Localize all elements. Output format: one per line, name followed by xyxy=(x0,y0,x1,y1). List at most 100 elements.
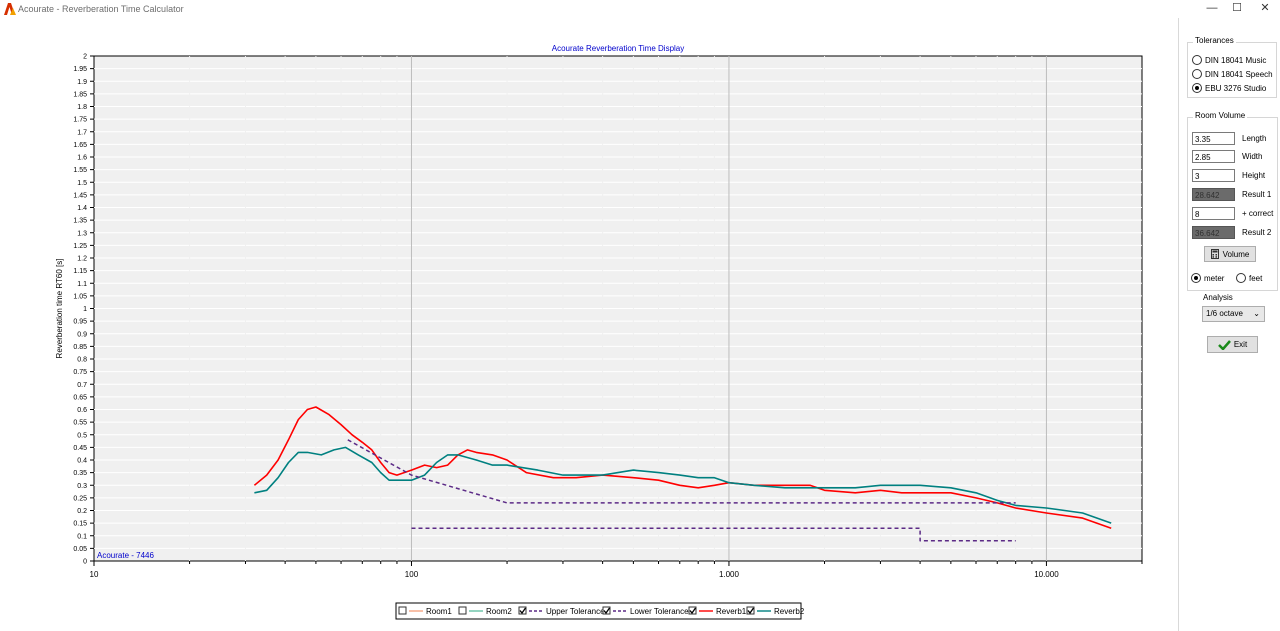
tolerances-group: Tolerances DIN 18041 Music DIN 18041 Spe… xyxy=(1187,36,1277,98)
y-tick-label: 0.05 xyxy=(73,546,87,553)
watermark-label: Acourate - 7446 xyxy=(97,551,154,560)
y-tick-label: 0.2 xyxy=(77,508,87,515)
y-tick-label: 1.65 xyxy=(73,142,87,149)
y-tick-label: 1.05 xyxy=(73,293,87,300)
correct-label: + correct xyxy=(1242,209,1274,218)
y-tick-label: 0.5 xyxy=(77,432,87,439)
legend-room2-label: Room2 xyxy=(486,607,512,616)
y-tick-label: 0.4 xyxy=(77,458,87,465)
result2-label: Result 2 xyxy=(1242,228,1272,237)
volume-button-label: Volume xyxy=(1222,249,1250,259)
y-tick-label: 1.3 xyxy=(77,230,87,237)
close-button[interactable]: ✕ xyxy=(1250,0,1280,18)
legend-reverb1-label: Reverb1 xyxy=(716,607,747,616)
y-tick-label: 0 xyxy=(83,559,87,566)
analysis-select-value: 1/6 octave xyxy=(1206,309,1243,318)
radio-meter-label: meter xyxy=(1204,273,1225,283)
y-tick-label: 0.75 xyxy=(73,369,87,376)
y-axis-label: Reverberation time RT60 [s] xyxy=(55,259,64,359)
y-tick-label: 1.45 xyxy=(73,192,87,199)
y-tick-label: 1.55 xyxy=(73,167,87,174)
legend-lower-tolerance-label: Lower Tolerance xyxy=(630,607,689,616)
result1-label: Result 1 xyxy=(1242,190,1272,199)
legend-reverb2-label: Reverb2 xyxy=(774,607,805,616)
radio-din-speech-label: DIN 18041 Speech xyxy=(1205,69,1273,79)
y-tick-label: 1.85 xyxy=(73,91,87,98)
room-volume-group: Room Volume 3.35 Length 2.85 Width 3 Hei… xyxy=(1187,111,1278,291)
y-tick-label: 1.6 xyxy=(77,155,87,162)
y-tick-label: 0.55 xyxy=(73,420,87,427)
chevron-down-icon: ⌄ xyxy=(1253,309,1260,318)
chart-title: Acourate Reverberation Time Display xyxy=(552,44,685,53)
radio-din-music-label: DIN 18041 Music xyxy=(1205,55,1267,65)
y-tick-label: 1.25 xyxy=(73,243,87,250)
exit-button[interactable]: Exit xyxy=(1207,336,1258,353)
exit-button-label: Exit xyxy=(1233,340,1248,349)
tolerances-title: Tolerances xyxy=(1193,36,1236,45)
y-tick-label: 1.75 xyxy=(73,117,87,124)
y-tick-label: 1.7 xyxy=(77,129,87,136)
x-tick-label: 100 xyxy=(405,570,419,579)
y-tick-label: 2 xyxy=(83,54,87,61)
legend-upper-tolerance-label: Upper Tolerance xyxy=(546,607,605,616)
x-tick-label: 10.000 xyxy=(1034,570,1059,579)
radio-feet-circle[interactable] xyxy=(1236,273,1246,283)
y-tick-label: 1.8 xyxy=(77,104,87,111)
width-input[interactable]: 2.85 xyxy=(1192,150,1235,163)
window-title: Acourate - Reverberation Time Calculator xyxy=(18,4,184,14)
y-tick-label: 0.35 xyxy=(73,470,87,477)
calculator-icon xyxy=(1210,249,1219,259)
y-tick-label: 0.6 xyxy=(77,407,87,414)
x-tick-label: 1.000 xyxy=(719,570,740,579)
checkmark-icon xyxy=(1217,339,1231,350)
result1-output: 28.642 xyxy=(1192,188,1235,201)
width-label: Width xyxy=(1242,152,1263,161)
room-volume-title: Room Volume xyxy=(1193,111,1248,120)
radio-din-speech-circle[interactable] xyxy=(1192,69,1202,79)
y-tick-label: 1 xyxy=(83,306,87,313)
legend-room1-label: Room1 xyxy=(426,607,452,616)
panel-separator xyxy=(1178,18,1179,631)
y-tick-label: 1.15 xyxy=(73,268,87,275)
y-tick-label: 0.9 xyxy=(77,331,87,338)
analysis-label: Analysis xyxy=(1203,293,1233,302)
radio-feet-label: feet xyxy=(1249,273,1263,283)
y-tick-label: 0.15 xyxy=(73,521,87,528)
y-tick-label: 1.2 xyxy=(77,256,87,263)
y-tick-label: 1.4 xyxy=(77,205,87,212)
correct-input[interactable]: 8 xyxy=(1192,207,1235,220)
reverberation-chart: 0 0.05 0.1 0.15 0.2 0.25 0.3 0.35 0.4 0.45 0.5 0.55… xyxy=(55,44,1143,620)
radio-meter-circle[interactable] xyxy=(1191,273,1201,283)
legend-room2-checkbox xyxy=(458,606,467,615)
y-tick-label: 0.45 xyxy=(73,445,87,452)
height-input[interactable]: 3 xyxy=(1192,169,1235,182)
y-tick-label: 0.65 xyxy=(73,394,87,401)
radio-din-speech[interactable]: DIN 18041 Speech xyxy=(1192,68,1273,80)
y-tick-label: 0.1 xyxy=(77,533,87,540)
acourate-app-icon xyxy=(4,3,16,15)
legend-room1-checkbox xyxy=(398,606,407,615)
y-tick-label: 1.95 xyxy=(73,66,87,73)
y-tick-label: 1.5 xyxy=(77,180,87,187)
radio-meter[interactable]: meter xyxy=(1191,272,1224,284)
y-tick-label: 0.85 xyxy=(73,344,87,351)
y-tick-label: 0.8 xyxy=(77,357,87,364)
volume-button[interactable]: Volume xyxy=(1204,246,1256,262)
analysis-select[interactable]: 1/6 octave ⌄ xyxy=(1202,306,1265,322)
y-tick-label: 1.35 xyxy=(73,218,87,225)
radio-din-music-circle[interactable] xyxy=(1192,55,1202,65)
radio-ebu-studio[interactable]: EBU 3276 Studio xyxy=(1192,82,1266,94)
y-tick-label: 0.25 xyxy=(73,495,87,502)
y-tick-label: 0.3 xyxy=(77,483,87,490)
x-tick-label: 10 xyxy=(90,570,99,579)
length-input[interactable]: 3.35 xyxy=(1192,132,1235,145)
radio-feet[interactable]: feet xyxy=(1236,272,1262,284)
radio-ebu-studio-label: EBU 3276 Studio xyxy=(1205,83,1267,93)
radio-ebu-studio-circle[interactable] xyxy=(1192,83,1202,93)
title-bar: Acourate - Reverberation Time Calculator… xyxy=(0,0,1280,18)
y-tick-label: 1.9 xyxy=(77,79,87,86)
height-label: Height xyxy=(1242,171,1266,180)
maximize-button[interactable]: ☐ xyxy=(1222,0,1252,18)
radio-din-music[interactable]: DIN 18041 Music xyxy=(1192,54,1266,66)
y-tick-label: 0.7 xyxy=(77,382,87,389)
